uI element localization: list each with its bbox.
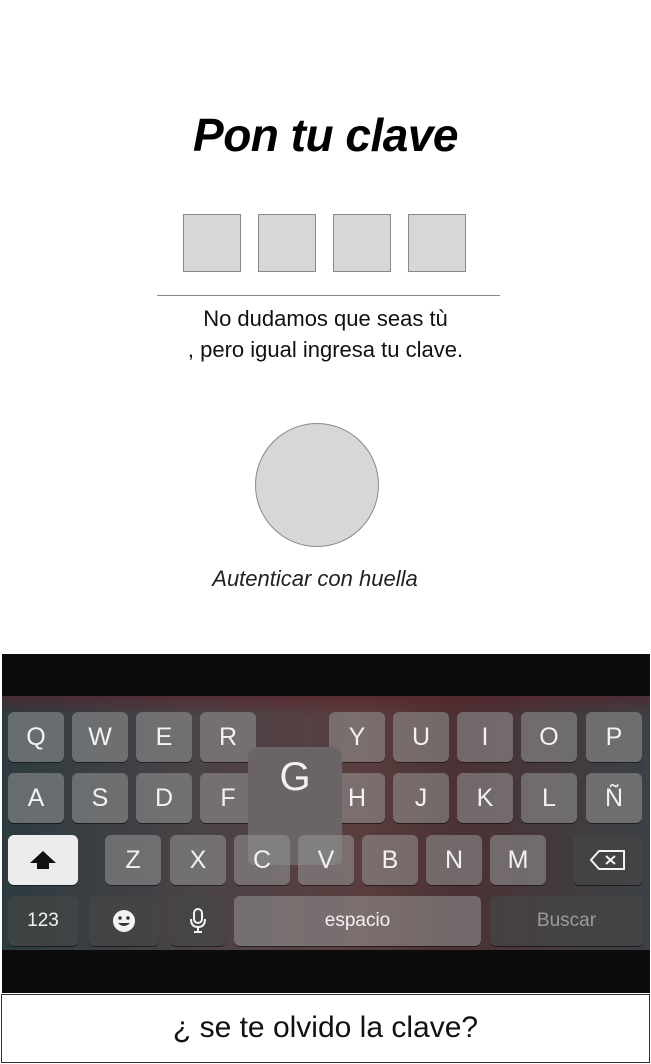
forgot-password-button[interactable]: ¿ se te olvido la clave? xyxy=(1,994,650,1063)
key-d[interactable]: D xyxy=(136,773,192,823)
key-n[interactable]: N xyxy=(426,835,482,885)
key-enye[interactable]: Ñ xyxy=(586,773,642,823)
key-l[interactable]: L xyxy=(521,773,577,823)
message-line-2: , pero igual ingresa tu clave. xyxy=(187,337,464,362)
key-x[interactable]: X xyxy=(170,835,226,885)
fingerprint-button[interactable] xyxy=(255,423,379,547)
key-m[interactable]: M xyxy=(490,835,546,885)
shift-key[interactable] xyxy=(8,835,78,885)
key-v[interactable]: V xyxy=(298,835,354,885)
key-u[interactable]: U xyxy=(393,712,449,762)
keyboard-keys-area: Q W E R Y U I O P A S D F H J K L Ñ G Z … xyxy=(2,696,650,950)
fingerprint-label: Autenticar con huella xyxy=(212,566,418,591)
key-i[interactable]: I xyxy=(457,712,513,762)
backspace-key[interactable] xyxy=(573,835,643,885)
backspace-icon xyxy=(589,850,625,870)
pin-box-4[interactable] xyxy=(408,214,466,272)
virtual-keyboard: Q W E R Y U I O P A S D F H J K L Ñ G Z … xyxy=(2,654,650,993)
pin-box-1[interactable] xyxy=(183,214,241,272)
key-b[interactable]: B xyxy=(362,835,418,885)
pin-box-2[interactable] xyxy=(258,214,316,272)
search-key[interactable]: Buscar xyxy=(490,896,643,946)
emoji-key[interactable] xyxy=(89,896,159,946)
key-p[interactable]: P xyxy=(586,712,642,762)
key-a[interactable]: A xyxy=(8,773,64,823)
key-q[interactable]: Q xyxy=(8,712,64,762)
key-w[interactable]: W xyxy=(72,712,128,762)
pin-box-3[interactable] xyxy=(333,214,391,272)
message-line-1: No dudamos que seas tù xyxy=(203,306,448,331)
microphone-key[interactable] xyxy=(170,896,226,946)
numbers-key[interactable]: 123 xyxy=(8,896,78,946)
shift-icon xyxy=(30,851,56,869)
microphone-icon xyxy=(190,908,206,933)
key-s[interactable]: S xyxy=(72,773,128,823)
key-c[interactable]: C xyxy=(234,835,290,885)
divider xyxy=(157,295,500,296)
space-key[interactable]: espacio xyxy=(234,896,481,946)
emoji-icon xyxy=(113,910,135,932)
key-e[interactable]: E xyxy=(136,712,192,762)
page-title: Pon tu clave xyxy=(193,109,458,161)
key-o[interactable]: O xyxy=(521,712,577,762)
key-z[interactable]: Z xyxy=(105,835,161,885)
key-g-label: G xyxy=(279,755,311,799)
key-k[interactable]: K xyxy=(457,773,513,823)
key-j[interactable]: J xyxy=(393,773,449,823)
